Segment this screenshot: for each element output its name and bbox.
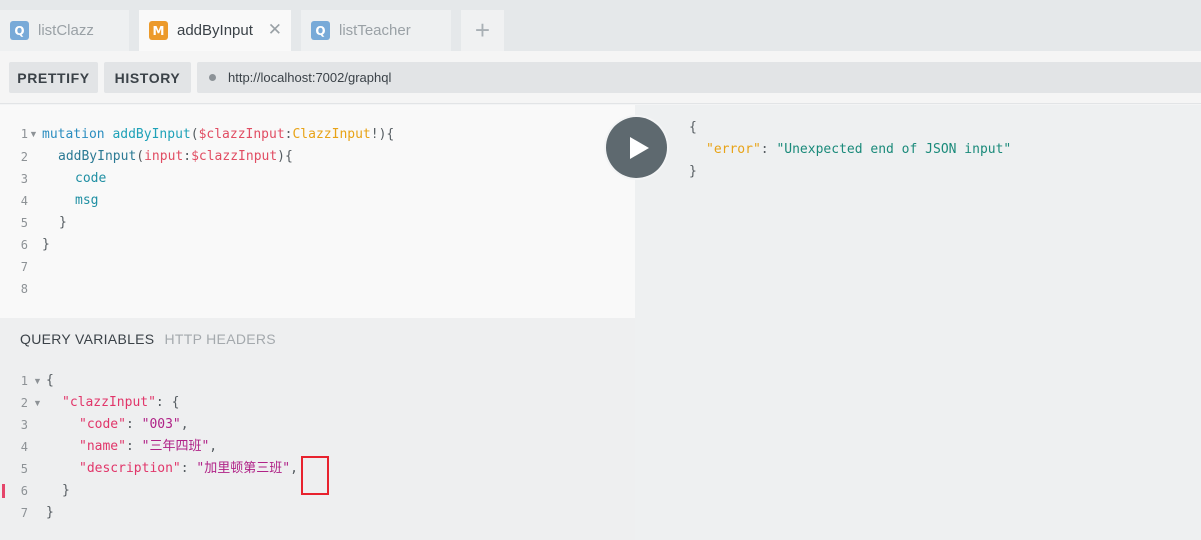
status-dot-icon — [209, 74, 216, 81]
fold-arrow-icon[interactable]: ▼ — [33, 370, 42, 392]
keyword: mutation — [42, 127, 105, 142]
json-key: "name" — [79, 439, 126, 454]
query-badge: Q — [10, 21, 29, 40]
trailing-comma: , — [290, 461, 298, 476]
variables-tabs: QUERY VARIABLES HTTP HEADERS — [20, 331, 276, 347]
fold-arrow-icon[interactable]: ▼ — [33, 392, 42, 414]
line-number: 7 — [20, 506, 28, 520]
punctuation: , — [180, 417, 189, 432]
play-icon — [630, 136, 649, 159]
line-number: 2 — [20, 150, 28, 164]
run-button[interactable] — [606, 117, 667, 178]
punctuation: ( — [136, 149, 145, 164]
operation-name: addByInput — [112, 127, 191, 142]
punctuation: : — [125, 439, 142, 454]
line-number: 5 — [20, 462, 28, 476]
brace: } — [59, 215, 67, 230]
query-badge: Q — [311, 21, 330, 40]
json-string: "加里顿第三班" — [196, 461, 291, 476]
fold-arrow-icon[interactable]: ▼ — [29, 123, 38, 145]
json-string: "003" — [141, 417, 181, 432]
code-line: "name": "三年四班", — [79, 436, 217, 458]
error-highlight-box — [301, 456, 329, 495]
json-key: "error" — [706, 142, 761, 157]
line-number: 7 — [20, 260, 28, 274]
tab-query-variables[interactable]: QUERY VARIABLES — [20, 331, 154, 347]
code-line: "code": "003", — [79, 414, 189, 436]
brace: } — [62, 483, 70, 498]
line-number: 6 — [20, 238, 28, 252]
punctuation: ){ — [277, 149, 293, 164]
line-number: 3 — [20, 418, 28, 432]
tab-label: listTeacher — [339, 22, 411, 39]
toolbar: PRETTIFY HISTORY http://localhost:7002/g… — [0, 51, 1201, 104]
line-number: 4 — [20, 194, 28, 208]
brace: } — [46, 505, 54, 520]
graphql-playground: Q listClazz M addByInput ✕ Q listTeacher… — [0, 0, 1201, 540]
line-number: 2 — [20, 396, 28, 410]
tab-label: listClazz — [38, 22, 94, 39]
tab-bar: Q listClazz M addByInput ✕ Q listTeacher… — [0, 0, 1201, 51]
line-number: 4 — [20, 440, 28, 454]
code-line: "description": "加里顿第三班", — [79, 458, 298, 480]
result-panel: { "error": "Unexpected end of JSON input… — [635, 105, 1201, 540]
json-key: "code" — [79, 417, 126, 432]
mutation-badge: M — [149, 21, 168, 40]
endpoint-url-input[interactable]: http://localhost:7002/graphql — [197, 62, 1201, 93]
punctuation: , — [209, 439, 218, 454]
type-name: ClazzInput — [292, 127, 371, 142]
json-key: "clazzInput" — [62, 395, 156, 410]
line-number: 1 — [20, 127, 28, 141]
error-message: "Unexpected end of JSON input" — [776, 142, 1012, 157]
json-string: "三年四班" — [141, 439, 210, 454]
tab-http-headers[interactable]: HTTP HEADERS — [164, 331, 275, 347]
error-gutter-marker — [2, 484, 5, 498]
endpoint-url: http://localhost:7002/graphql — [228, 70, 392, 85]
plus-icon[interactable]: + — [461, 10, 504, 51]
field-msg: msg — [75, 193, 99, 208]
json-key: "description" — [79, 461, 181, 476]
field-code: code — [75, 171, 107, 186]
code-line: addByInput(input:$clazzInput){ — [58, 146, 293, 168]
punctuation: : — [760, 142, 777, 157]
prettify-button[interactable]: PRETTIFY — [9, 62, 98, 93]
punctuation: !){ — [370, 127, 395, 142]
brace: { — [689, 120, 697, 135]
tab-listclazz[interactable]: Q listClazz — [0, 10, 129, 51]
punctuation: ( — [190, 127, 199, 142]
punctuation: : — [125, 417, 142, 432]
line-number: 8 — [20, 282, 28, 296]
line-number: 3 — [20, 172, 28, 186]
tab-addbyinput[interactable]: M addByInput ✕ — [139, 10, 291, 51]
argument: input — [144, 149, 184, 164]
punctuation: : — [180, 461, 197, 476]
line-number: 5 — [20, 216, 28, 230]
result-line: "error": "Unexpected end of JSON input" — [706, 139, 1011, 161]
variable: $clazzInput — [198, 127, 285, 142]
tab-label: addByInput — [177, 22, 253, 39]
code-line: mutation addByInput($clazzInput:ClazzInp… — [42, 124, 394, 146]
brace: } — [689, 164, 697, 179]
punctuation: : — [183, 149, 192, 164]
history-button[interactable]: HISTORY — [104, 62, 191, 93]
variable: $clazzInput — [191, 149, 278, 164]
close-icon[interactable]: ✕ — [268, 20, 282, 39]
query-editor[interactable]: 1 ▼ mutation addByInput($clazzInput:Claz… — [0, 105, 635, 318]
tab-listteacher[interactable]: Q listTeacher — [301, 10, 451, 51]
field-name: addByInput — [58, 149, 137, 164]
line-number: 1 — [20, 374, 28, 388]
punctuation: : { — [155, 395, 180, 410]
brace: } — [42, 237, 50, 252]
brace: { — [46, 373, 54, 388]
code-line: "clazzInput": { — [62, 392, 179, 414]
